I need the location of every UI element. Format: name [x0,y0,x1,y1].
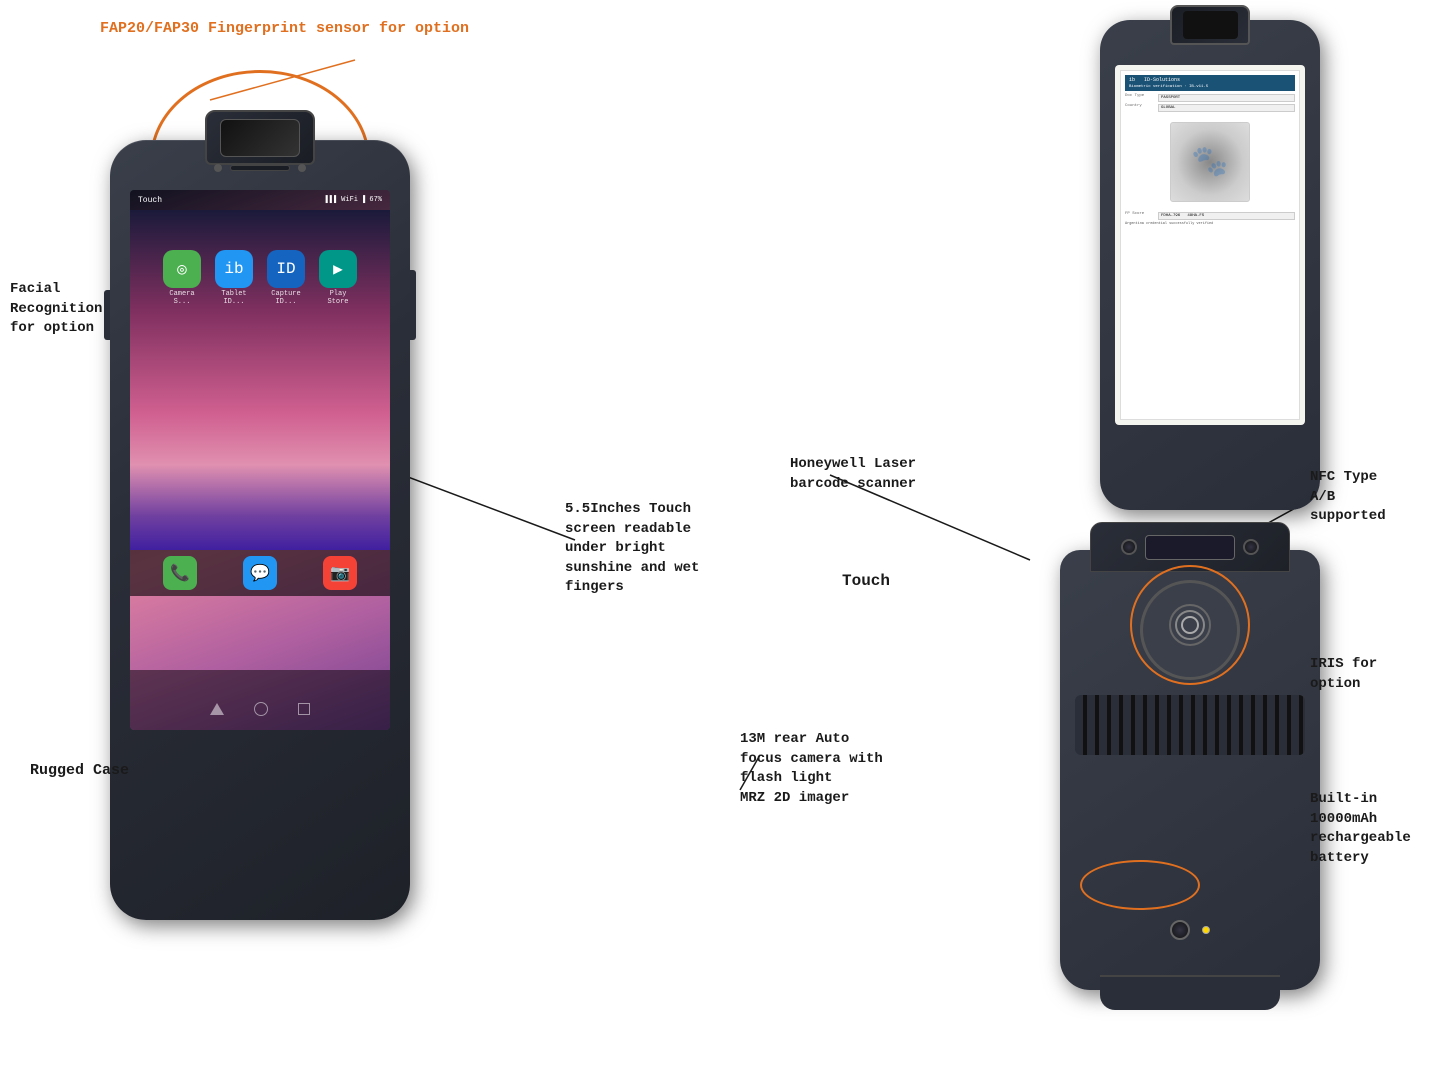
screen-wallpaper: ◎ Camera S... ib Tablet ID... ID Capture… [130,210,390,550]
wifi-icon: WiFi [341,196,358,204]
scanner-lens-2 [1243,539,1259,555]
nav-bar [130,670,390,730]
scanner-bottom-connector [1100,975,1280,1010]
dock-phone-icon: 📞 [163,556,197,590]
honeywell-laser-label: Honeywell Laser barcode scanner [790,455,916,494]
app-icon-3: ID [267,250,305,288]
recents-nav [298,703,310,715]
status-bar: Touch ▌▌▌ WiFi ▐ 67% [130,190,390,210]
app1-wrap: ◎ Camera S... [163,250,201,306]
back-nav [210,703,224,715]
sensor-dot [298,164,306,172]
rear-camera-lens [1170,920,1190,940]
speaker [230,165,290,171]
rugged-case-text: Rugged Case [30,760,129,781]
flash-light [1202,926,1210,934]
result-row-1: FP Score FDHA-796 48HA-FS [1125,212,1295,220]
result-row-2: Argentina credential successfully verifi… [1125,222,1295,226]
fingerprint-image: 🐾 [1170,122,1250,202]
screen-size-label: 5.5Inches Touch screen readable under br… [565,500,699,598]
touch-label: Touch [842,570,890,592]
result-value-1: FDHA-796 48HA-FS [1158,212,1295,220]
device-back-screen: ib ID-Solutions Biometric verification ·… [1090,20,1340,520]
app-label-3: Capture ID... [267,290,305,306]
app-label-1: Camera S... [163,290,201,306]
field-label-country: Country [1125,104,1155,112]
scanner-body [1060,550,1320,990]
back-device-screen: ib ID-Solutions Biometric verification ·… [1115,65,1305,425]
form-row-2: Country GLOBAL [1125,104,1295,112]
back-phone-body: ib ID-Solutions Biometric verification ·… [1100,20,1320,510]
front-camera [214,164,222,172]
back-fp-sensor [1170,5,1250,45]
phone-body: Touch ▌▌▌ WiFi ▐ 67% ◎ Camera S... [110,140,410,920]
bottom-dock: 📞 💬 📷 [130,550,390,596]
back-fp-inner [1183,11,1238,39]
iris-circle-annotation [1080,860,1200,910]
nfc-circle-annotation [1130,565,1250,685]
app4-wrap: ▶ Play Store [319,250,357,306]
phone-screen: Touch ▌▌▌ WiFi ▐ 67% ◎ Camera S... [130,190,390,730]
app-label-2: Tablet ID... [215,290,253,306]
device-front: Touch ▌▌▌ WiFi ▐ 67% ◎ Camera S... [80,60,440,960]
back-screen-content: ib ID-Solutions Biometric verification ·… [1120,70,1300,420]
side-button-right [410,270,416,340]
app-icon-4: ▶ [319,250,357,288]
side-button-left [104,290,110,340]
result-text: Argentina credential successfully verifi… [1125,222,1213,226]
facial-recognition-label: Facial Recognition for option [10,280,102,339]
grille-pattern [1075,695,1305,755]
nfc-label: NFC Type A/B supported [1310,468,1386,527]
app-icon-1: ◎ [163,250,201,288]
rear-camera-area [1170,920,1210,940]
app-label-4: Play Store [319,290,357,306]
field-value-doc: PASSPORT [1158,94,1295,102]
phone-top-bar [160,158,360,178]
scanner-window [1145,535,1235,560]
home-bar [210,702,310,716]
home-nav [254,702,268,716]
dock-message-icon: 💬 [243,556,277,590]
page: Touch ▌▌▌ WiFi ▐ 67% ◎ Camera S... [0,0,1440,1080]
fingerprint-sensor [205,110,315,165]
app-header: ib ID-Solutions Biometric verification ·… [1125,75,1295,91]
app-icons-top-row: ◎ Camera S... ib Tablet ID... ID Capture… [163,250,357,306]
app-logo: ib [1129,77,1135,83]
app2-wrap: ib Tablet ID... [215,250,253,306]
form-row-1: Doc Type PASSPORT [1125,94,1295,102]
battery-label: Built-in 10000mAh rechargeable battery [1310,790,1411,868]
fingerprint-sensor-label: FAP20/FAP30 Fingerprint sensor for optio… [100,18,469,39]
iris-label: IRIS for option [1310,655,1377,694]
field-value-country: GLOBAL [1158,104,1295,112]
scanner-grille [1075,695,1305,755]
fp-sensor-inner [220,119,300,157]
battery-icon: ▐ 67% [361,196,382,204]
result-label-1: FP Score [1125,212,1155,220]
phone-bottom [130,890,390,920]
signal-icon: ▌▌▌ [326,196,339,204]
status-time: Touch [138,196,162,205]
app3-wrap: ID Capture ID... [267,250,305,306]
rear-camera-label: 13M rear Auto focus camera with flash li… [740,730,883,808]
app-icon-2: ib [215,250,253,288]
scanner-lens-1 [1121,539,1137,555]
dock-camera-icon: 📷 [323,556,357,590]
status-icons: ▌▌▌ WiFi ▐ 67% [326,196,382,204]
field-label-doc: Doc Type [1125,94,1155,102]
app-subtitle: Biometric verification · IB-v11.5 [1129,85,1208,89]
device-scanner-unit [1060,520,1360,1020]
